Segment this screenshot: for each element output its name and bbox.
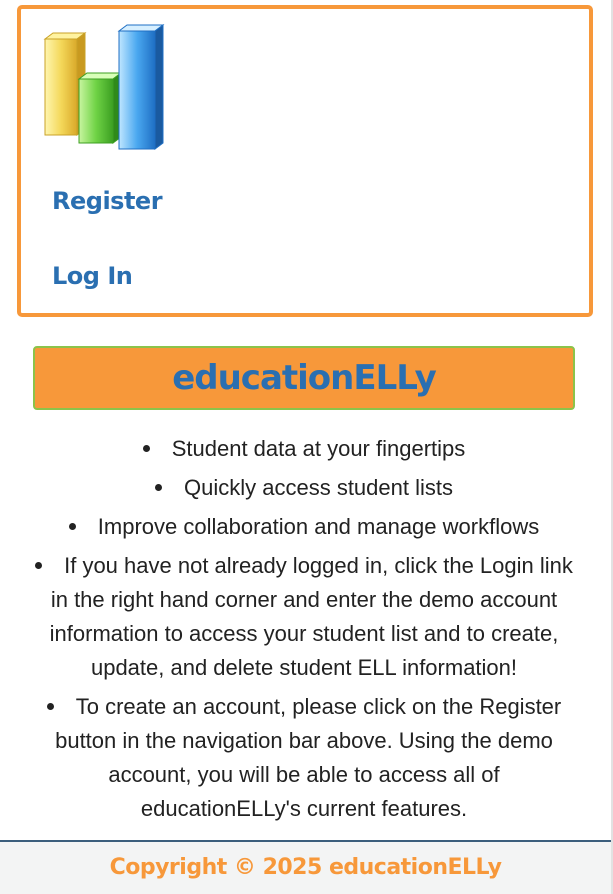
title-banner: educationELLy xyxy=(33,346,575,410)
list-item: Student data at your fingertips xyxy=(30,432,578,466)
page: Register Log In educationELLy Student da… xyxy=(0,0,613,894)
feature-text: Student data at your fingertips xyxy=(171,436,466,461)
copyright-text: Copyright © 2025 educationELLy xyxy=(109,855,502,880)
app-title: educationELLy xyxy=(172,358,437,398)
bullet-icon xyxy=(35,561,43,569)
bar-chart-logo-icon xyxy=(43,24,165,150)
list-item: Quickly access student lists xyxy=(30,471,578,505)
feature-text: Improve collaboration and manage workflo… xyxy=(97,514,540,539)
login-link[interactable]: Log In xyxy=(52,262,133,290)
list-item: Improve collaboration and manage workflo… xyxy=(30,510,578,544)
bullet-icon xyxy=(46,702,54,710)
navigation-bar: Register Log In xyxy=(17,5,593,317)
register-link[interactable]: Register xyxy=(52,187,163,215)
footer: Copyright © 2025 educationELLy xyxy=(0,840,611,894)
list-item: If you have not already logged in, click… xyxy=(30,549,578,685)
list-item: To create an account, please click on th… xyxy=(30,690,578,826)
bullet-icon xyxy=(155,483,162,491)
feature-text: If you have not already logged in, click… xyxy=(49,553,573,680)
feature-text: Quickly access student lists xyxy=(184,475,453,500)
feature-text: To create an account, please click on th… xyxy=(55,694,562,821)
bullet-icon xyxy=(68,522,76,530)
feature-list: Student data at your fingertips Quickly … xyxy=(30,432,578,831)
bullet-icon xyxy=(142,444,150,452)
